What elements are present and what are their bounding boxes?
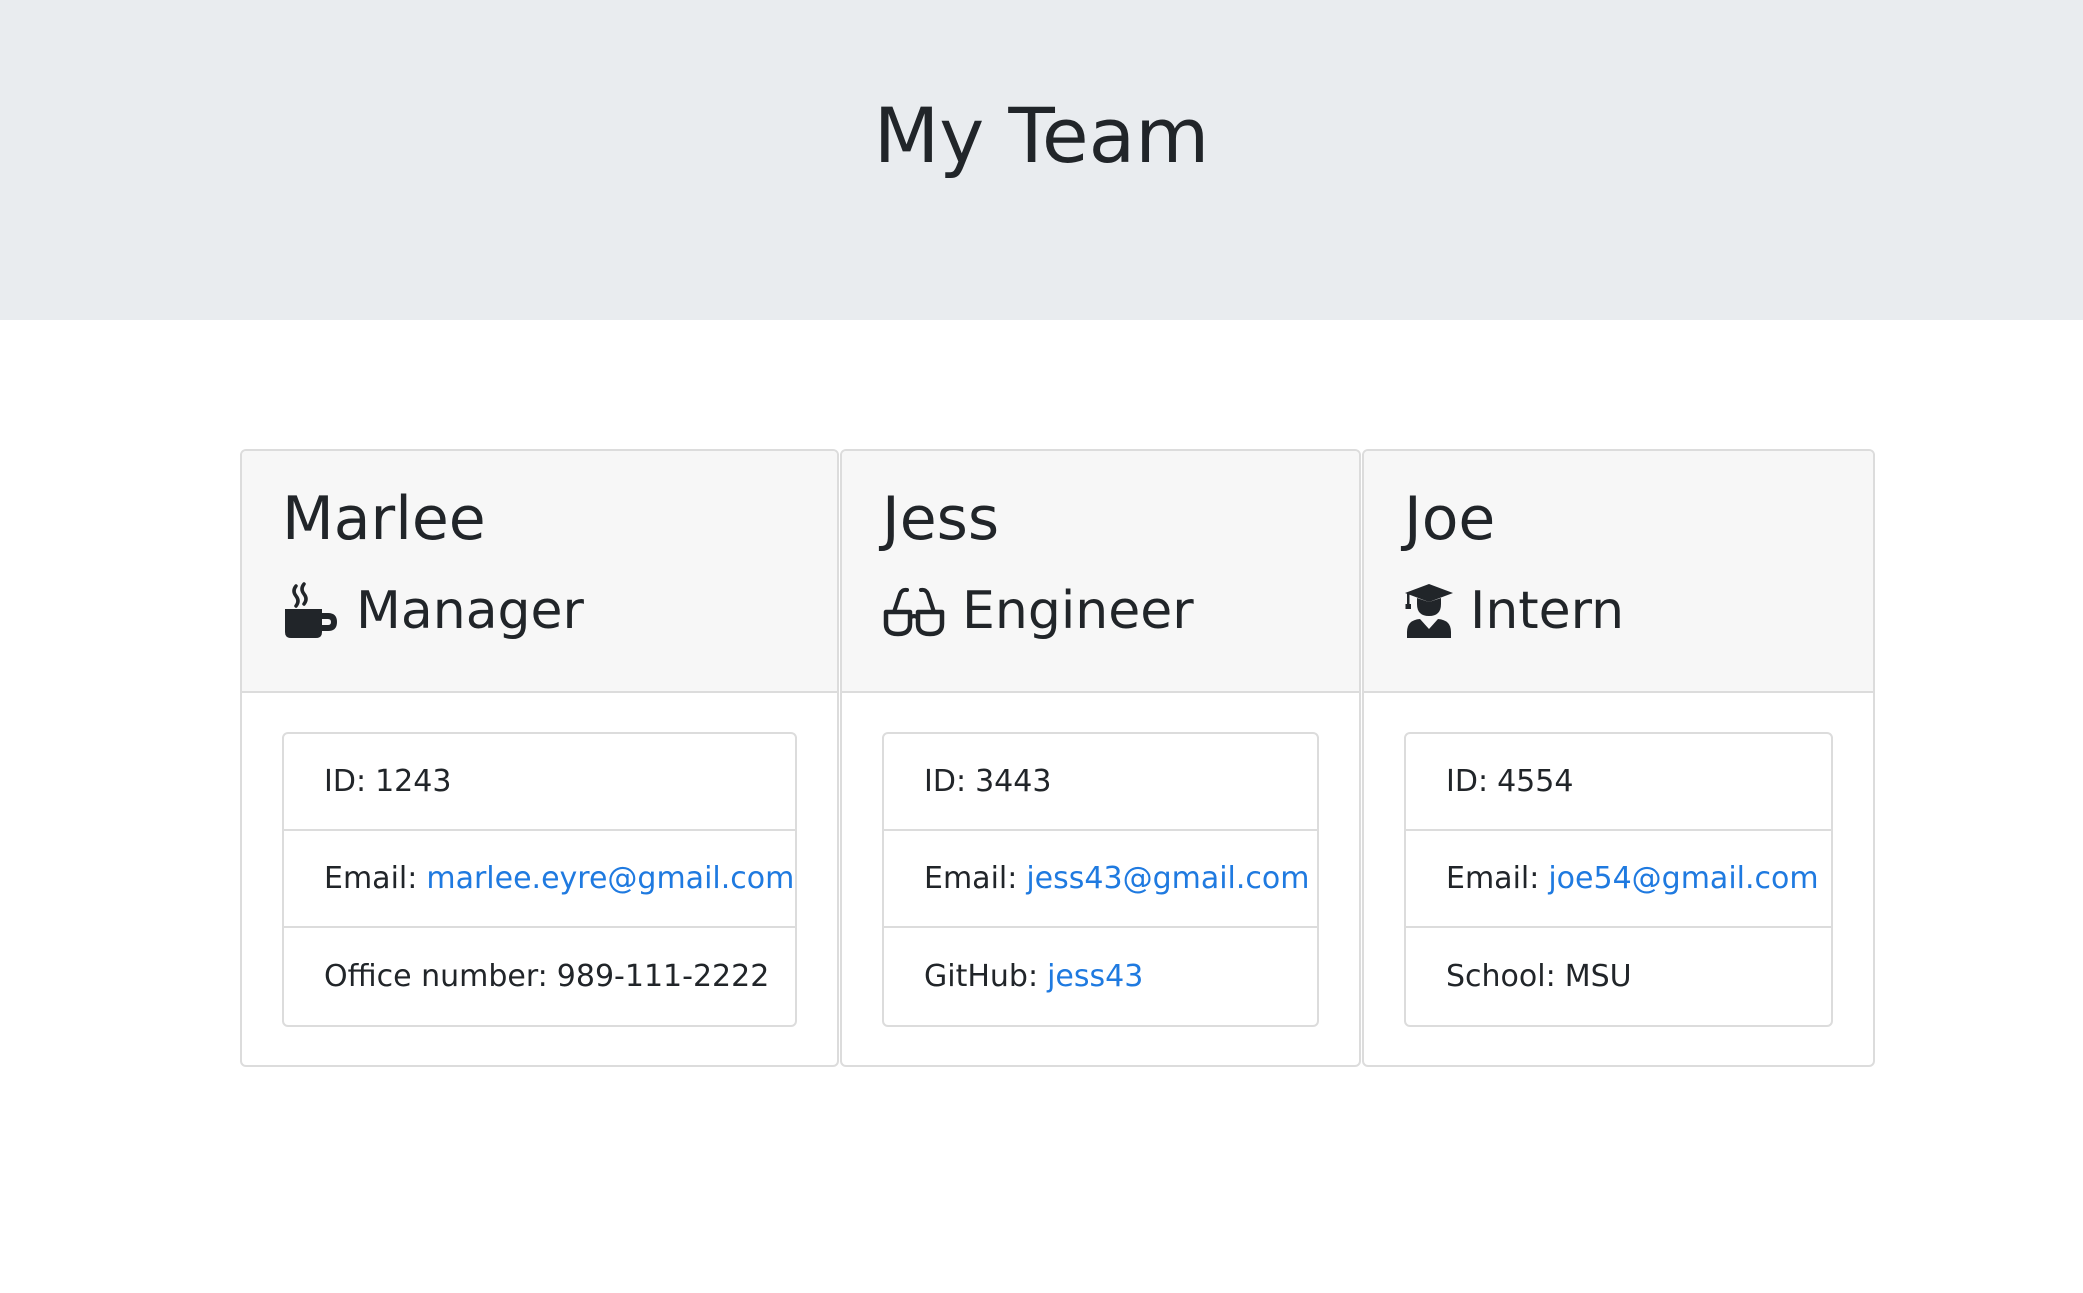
employee-details-list: ID: 3443 Email: jess43@gmail.com GitHub:… bbox=[882, 732, 1319, 1027]
list-item-school: School: MSU bbox=[1406, 928, 1831, 1025]
list-item-id: ID: 1243 bbox=[284, 734, 795, 831]
id-value: 4554 bbox=[1497, 764, 1574, 799]
employee-role-label: Intern bbox=[1470, 581, 1625, 641]
glasses-icon bbox=[882, 582, 946, 640]
employee-name: Marlee bbox=[282, 484, 486, 554]
employee-role-label: Manager bbox=[356, 581, 584, 641]
employee-role: Engineer bbox=[882, 575, 1194, 647]
employee-name: Joe bbox=[1404, 484, 1496, 554]
list-item-email: Email: joe54@gmail.com bbox=[1406, 831, 1831, 928]
employee-card-manager: Marlee Manager ID: 1243 Email: marlee.ey… bbox=[240, 449, 839, 1067]
page-title: My Team bbox=[873, 91, 1210, 180]
card-header: Joe Intern bbox=[1364, 451, 1873, 693]
list-item-id: ID: 4554 bbox=[1406, 734, 1831, 831]
card-header: Jess Engineer bbox=[842, 451, 1359, 693]
employee-role-label: Engineer bbox=[962, 581, 1194, 641]
office-number-value: 989-111-2222 bbox=[556, 959, 770, 994]
office-number-label: Office number: bbox=[324, 959, 548, 994]
github-link[interactable]: jess43 bbox=[1047, 959, 1143, 994]
employee-card-intern: Joe Intern ID: 4554 Email: joe54@gmail.c… bbox=[1362, 449, 1875, 1067]
github-label: GitHub: bbox=[924, 959, 1039, 994]
id-value: 3443 bbox=[975, 764, 1052, 799]
list-item-email: Email: jess43@gmail.com bbox=[884, 831, 1317, 928]
employee-card-engineer: Jess Engineer ID: 3443 Email: jess43@gma… bbox=[840, 449, 1361, 1067]
email-label: Email: bbox=[324, 861, 418, 896]
email-link[interactable]: marlee.eyre@gmail.com bbox=[426, 861, 794, 896]
graduate-icon bbox=[1404, 582, 1454, 640]
list-item-github: GitHub: jess43 bbox=[884, 928, 1317, 1025]
id-label: ID: bbox=[324, 764, 367, 799]
employee-role: Manager bbox=[282, 575, 584, 647]
employee-details-list: ID: 4554 Email: joe54@gmail.com School: … bbox=[1404, 732, 1833, 1027]
list-item-email: Email: marlee.eyre@gmail.com bbox=[284, 831, 795, 928]
page-header: My Team bbox=[0, 0, 2083, 320]
email-label: Email: bbox=[1446, 861, 1540, 896]
employee-role: Intern bbox=[1404, 575, 1624, 647]
id-label: ID: bbox=[924, 764, 967, 799]
card-header: Marlee Manager bbox=[242, 451, 837, 693]
list-item-office: Office number: 989-111-2222 bbox=[284, 928, 795, 1025]
id-label: ID: bbox=[1446, 764, 1489, 799]
coffee-icon bbox=[282, 582, 340, 640]
email-link[interactable]: jess43@gmail.com bbox=[1026, 861, 1309, 896]
list-item-id: ID: 3443 bbox=[884, 734, 1317, 831]
employee-details-list: ID: 1243 Email: marlee.eyre@gmail.com Of… bbox=[282, 732, 797, 1027]
school-value: MSU bbox=[1564, 959, 1632, 994]
id-value: 1243 bbox=[375, 764, 452, 799]
email-label: Email: bbox=[924, 861, 1018, 896]
employee-name: Jess bbox=[882, 484, 1000, 554]
email-link[interactable]: joe54@gmail.com bbox=[1548, 861, 1818, 896]
school-label: School: bbox=[1446, 959, 1556, 994]
